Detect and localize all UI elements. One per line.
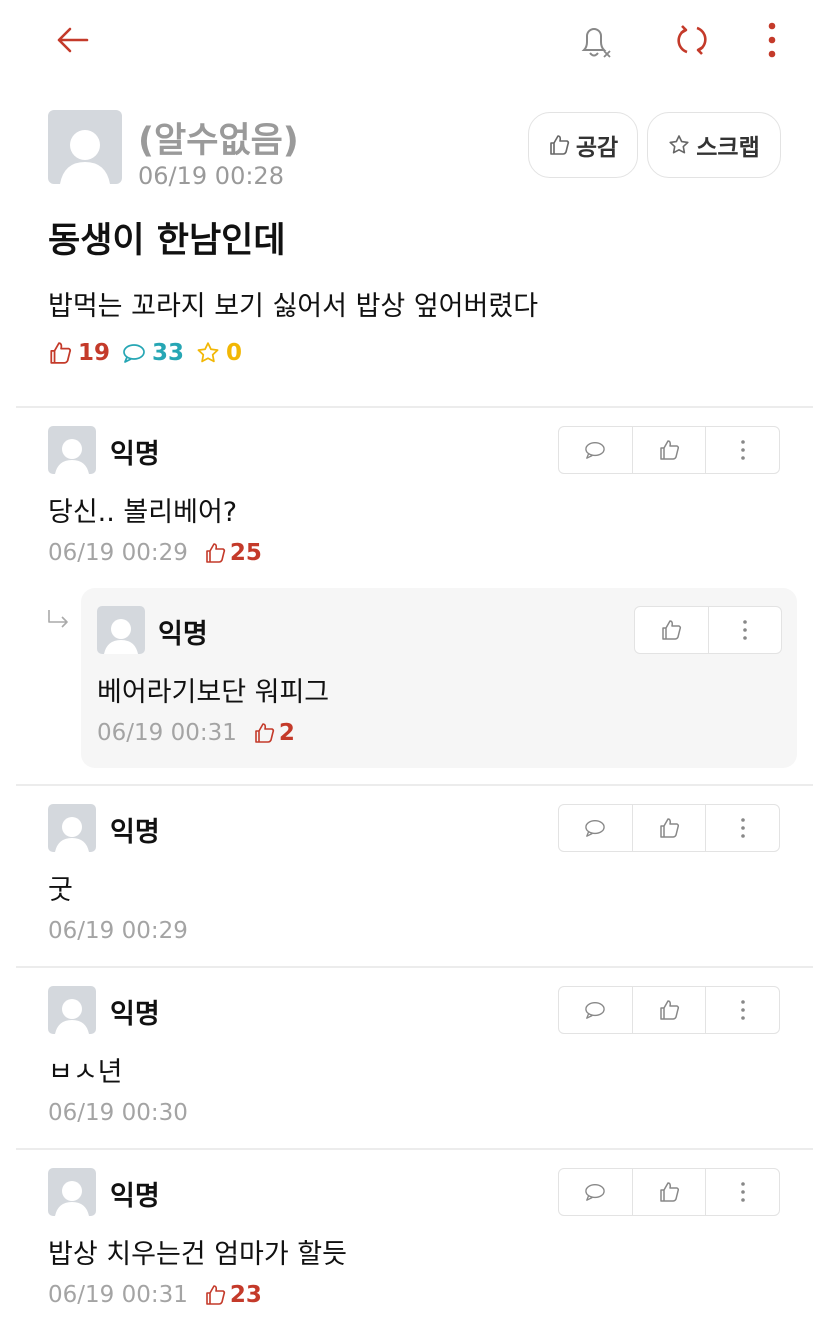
reply-button[interactable] [559, 805, 632, 851]
divider [16, 1148, 813, 1150]
divider [16, 966, 813, 968]
comment-like-count: 23 [229, 1282, 262, 1308]
thumbs-up-icon [660, 818, 680, 838]
comment-count: 33 [152, 340, 185, 366]
post-time: 06/19 00:28 [138, 162, 284, 190]
comment-likes: 23 [204, 1282, 262, 1308]
more-button[interactable] [705, 987, 779, 1033]
thumbs-up-icon [660, 1000, 680, 1020]
reply-arrow-icon [48, 610, 68, 628]
more-button[interactable] [705, 1169, 779, 1215]
reply-button[interactable] [559, 1169, 632, 1215]
commenter-name: 익명 [110, 439, 160, 470]
comment-likes: 25 [204, 540, 262, 566]
refresh-icon[interactable] [668, 16, 716, 64]
reply-likes: 2 [253, 720, 295, 746]
reply-actions [634, 606, 782, 654]
comment-text: 당신.. 볼리베어? [48, 497, 238, 528]
comment-text: 밥상 치우는건 엄마가 할듯 [48, 1239, 347, 1270]
comment-like-count: 25 [229, 540, 262, 566]
thumbs-up-icon [660, 440, 680, 460]
commenter-name: 익명 [110, 817, 160, 848]
more-vertical-icon [740, 1000, 745, 1020]
commenter-avatar [48, 426, 96, 474]
commenter-avatar [48, 986, 96, 1034]
back-arrow-icon[interactable] [52, 20, 92, 60]
empathy-button[interactable]: 공감 [528, 112, 638, 178]
author-avatar [48, 110, 122, 184]
comment-actions [558, 1168, 780, 1216]
comment-actions [558, 426, 780, 474]
like-button[interactable] [635, 607, 708, 653]
commenter-name: 익명 [110, 999, 160, 1030]
like-button[interactable] [631, 987, 706, 1033]
more-menu-icon[interactable] [752, 16, 792, 64]
like-count: 19 [78, 340, 111, 366]
commenter-avatar [48, 1168, 96, 1216]
scrap-label: 스크랩 [696, 135, 760, 161]
reply-like-count: 2 [278, 720, 295, 746]
like-button[interactable] [631, 1169, 706, 1215]
comment-icon [585, 1184, 606, 1201]
thumbs-up-icon [206, 543, 226, 563]
star-icon [669, 135, 689, 154]
reply-button[interactable] [559, 427, 632, 473]
post-stats: 19 33 0 [48, 340, 242, 366]
comment-icon [123, 344, 145, 363]
scrap-button[interactable]: 스크랩 [647, 112, 781, 178]
comment-text: ㅂㅅ년 [48, 1057, 123, 1088]
post-title: 동생이 한남인데 [48, 221, 286, 261]
star-icon [197, 342, 219, 363]
reply-text: 베어라기보단 워피그 [97, 677, 330, 708]
scrap-count: 0 [226, 340, 243, 366]
thumbs-up-icon [206, 1285, 226, 1305]
comment-meta: 06/19 00:29 [48, 918, 188, 944]
comment-time: 06/19 00:31 [48, 1282, 188, 1308]
commenter-avatar [48, 804, 96, 852]
empathy-label: 공감 [575, 135, 619, 161]
comment-text: 굿 [48, 875, 73, 906]
commenter-name: 익명 [158, 619, 208, 650]
thumbs-up-icon [660, 1182, 680, 1202]
more-vertical-icon [742, 620, 747, 640]
comment-actions [558, 986, 780, 1034]
reply-meta: 06/19 00:31 2 [97, 720, 295, 746]
more-vertical-icon [740, 818, 745, 838]
more-button[interactable] [705, 427, 779, 473]
more-vertical-icon [740, 440, 745, 460]
notification-off-icon[interactable] [572, 18, 618, 64]
comment-meta: 06/19 00:30 [48, 1100, 188, 1126]
comment-icon [585, 820, 606, 837]
thumbs-up-icon [662, 620, 682, 640]
comment-icon [585, 442, 606, 459]
more-button[interactable] [707, 607, 782, 653]
divider [16, 784, 813, 786]
post-body: 밥먹는 꼬라지 보기 싫어서 밥상 엎어버렸다 [48, 291, 539, 322]
like-button[interactable] [631, 805, 706, 851]
commenter-name: 익명 [110, 1181, 160, 1212]
comment-time: 06/19 00:29 [48, 918, 188, 944]
reply-time: 06/19 00:31 [97, 720, 237, 746]
like-button[interactable] [631, 427, 706, 473]
commenter-avatar [97, 606, 145, 654]
comment-meta: 06/19 00:31 23 [48, 1282, 262, 1308]
divider [16, 406, 813, 408]
thumbs-up-icon [50, 342, 72, 364]
comment-meta: 06/19 00:29 25 [48, 540, 262, 566]
comment-icon [585, 1002, 606, 1019]
author-name: (알수없음) [138, 121, 299, 161]
more-vertical-icon [740, 1182, 745, 1202]
reply-button[interactable] [559, 987, 632, 1033]
thumbs-up-icon [255, 723, 275, 743]
comment-actions [558, 804, 780, 852]
comment-time: 06/19 00:29 [48, 540, 188, 566]
comment-time: 06/19 00:30 [48, 1100, 188, 1126]
more-button[interactable] [705, 805, 779, 851]
thumbs-up-icon [550, 135, 569, 155]
